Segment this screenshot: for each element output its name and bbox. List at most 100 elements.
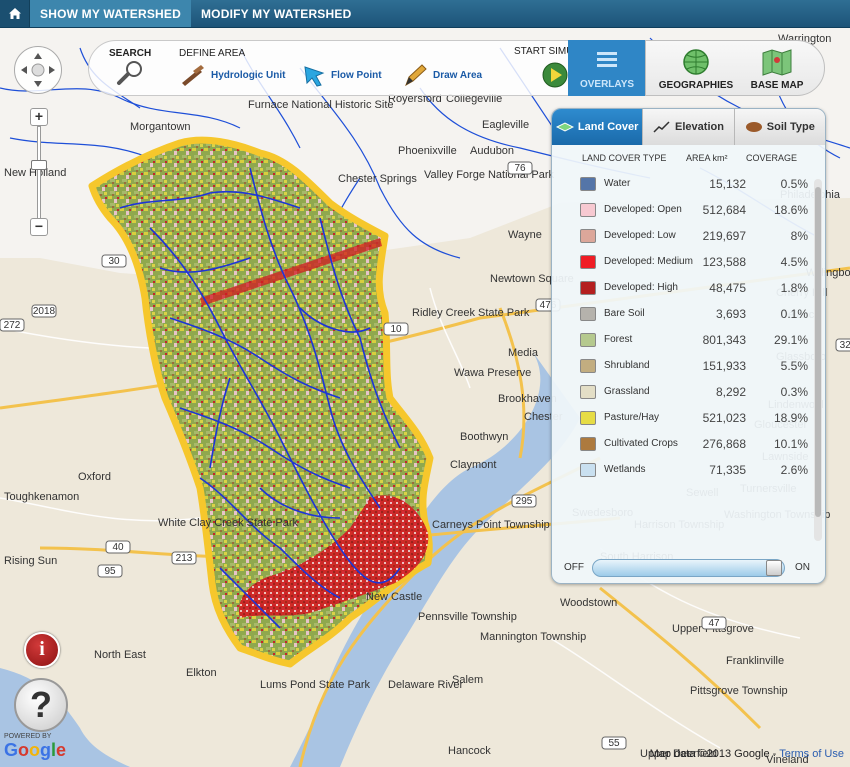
search-tool[interactable]: SEARCH — [109, 48, 151, 90]
base-map-button[interactable]: BASE MAP — [742, 41, 812, 95]
land-cover-area: 3,693 — [715, 307, 746, 321]
app-root: SHOW MY WATERSHED MODIFY MY WATERSHED Wa… — [0, 0, 850, 767]
place-label: Wawa Preserve — [454, 367, 531, 379]
terms-of-use-link[interactable]: Terms of Use — [779, 748, 844, 760]
zoom-in-button[interactable]: + — [30, 108, 48, 126]
hydrologic-unit-icon — [182, 65, 204, 86]
zoom-track[interactable] — [37, 126, 41, 220]
land-cover-name: Developed: Medium — [604, 256, 693, 267]
pan-arrows-icon — [21, 53, 55, 87]
flow-point-icon — [304, 66, 325, 87]
route-number: 47 — [708, 618, 720, 629]
tab-modify-my-watershed[interactable]: MODIFY MY WATERSHED — [191, 0, 361, 27]
table-row: Pasture/Hay 521,023 18.9% — [552, 405, 814, 431]
land-cover-coverage: 4.5% — [780, 255, 808, 269]
map-data-text: Map data ©2013 Google — [649, 748, 770, 760]
place-label: Phoenixville — [398, 145, 457, 157]
land-cover-name: Developed: Open — [604, 204, 682, 215]
tab-land-cover[interactable]: Land Cover — [552, 109, 644, 145]
overlay-opacity-slider[interactable] — [592, 559, 785, 577]
land-cover-area: 276,868 — [702, 437, 746, 451]
legend-swatch — [580, 463, 596, 477]
question-icon: ? — [30, 684, 52, 725]
route-shield: 40 — [105, 540, 131, 554]
pencil-icon — [405, 64, 427, 87]
hydrologic-unit-tool[interactable]: Hydrologic Unit — [179, 63, 285, 87]
land-cover-name: Cultivated Crops — [604, 438, 678, 449]
legend-swatch — [580, 203, 596, 217]
route-shield: 272 — [0, 318, 25, 332]
land-cover-coverage: 2.6% — [780, 463, 808, 477]
route-number: 295 — [516, 496, 533, 507]
land-cover-area: 123,588 — [702, 255, 746, 269]
place-label: Eagleville — [482, 119, 529, 131]
land-cover-coverage: 0.5% — [780, 177, 808, 191]
tab-show-my-watershed[interactable]: SHOW MY WATERSHED — [30, 0, 191, 27]
header-area: AREA km² — [686, 153, 728, 163]
land-cover-area: 8,292 — [715, 385, 746, 399]
tab-land-cover-label: Land Cover — [577, 121, 639, 133]
table-row: Forest 801,343 29.1% — [552, 327, 814, 353]
map-icon — [762, 49, 792, 76]
route-number: 10 — [390, 324, 402, 335]
flow-point-tool[interactable]: Flow Point — [301, 63, 382, 87]
panel-scrollbar[interactable] — [814, 179, 822, 541]
legend-swatch — [580, 437, 596, 451]
route-shield: 2018 — [31, 304, 57, 318]
place-label: Claymont — [450, 459, 496, 471]
place-label: Rising Sun — [4, 555, 57, 567]
place-label: Audubon — [470, 145, 514, 157]
place-label: Morgantown — [130, 121, 191, 133]
land-cover-icon — [555, 122, 574, 132]
pan-control[interactable] — [14, 46, 62, 94]
legend-swatch — [580, 255, 596, 269]
toolbar-right: GEOGRAPHIES BASE MAP — [645, 40, 825, 96]
land-cover-name: Water — [604, 178, 631, 189]
land-cover-area: 512,684 — [702, 203, 746, 217]
route-number: 30 — [108, 256, 120, 267]
start-simulation-button[interactable] — [541, 61, 569, 92]
draw-area-tool[interactable]: Draw Area — [403, 63, 482, 87]
tab-soil-type[interactable]: Soil Type — [734, 109, 825, 145]
place-label: Oxford — [78, 471, 111, 483]
search-caption: SEARCH — [109, 48, 152, 59]
place-label: White Clay Creek State Park — [158, 517, 298, 529]
route-number: 76 — [514, 163, 526, 174]
table-row: Developed: Open 512,684 18.6% — [552, 197, 814, 223]
table-row: Wetlands 71,335 2.6% — [552, 457, 814, 483]
legend-swatch — [580, 333, 596, 347]
tab-elevation[interactable]: Elevation — [643, 109, 735, 145]
place-label: Wayne — [508, 229, 542, 241]
place-label: Carneys Point Township — [432, 519, 550, 531]
table-row: Cultivated Crops 276,868 10.1% — [552, 431, 814, 457]
scrollbar-thumb[interactable] — [815, 187, 821, 517]
geographies-button[interactable]: GEOGRAPHIES — [654, 41, 738, 95]
table-row: Developed: Low 219,697 8% — [552, 223, 814, 249]
slider-knob[interactable] — [766, 560, 782, 576]
info-button[interactable]: i — [24, 632, 60, 668]
zoom-slider-handle[interactable] — [31, 160, 47, 170]
home-button[interactable] — [0, 0, 30, 27]
place-label: Furnace National Historic Site — [248, 99, 394, 111]
land-cover-coverage: 8% — [790, 229, 808, 243]
land-cover-name: Bare Soil — [604, 308, 645, 319]
tab-elevation-label: Elevation — [675, 121, 724, 133]
route-shield: 95 — [97, 564, 123, 578]
land-cover-coverage: 18.9% — [773, 411, 808, 425]
route-number: 95 — [104, 566, 116, 577]
google-logo: Google — [4, 740, 67, 760]
route-shield: 213 — [171, 551, 197, 565]
land-cover-area: 71,335 — [709, 463, 746, 477]
tab-soil-type-label: Soil Type — [766, 121, 815, 133]
zoom-out-button[interactable]: − — [30, 218, 48, 236]
info-icon: i — [39, 638, 45, 660]
zoom-control: + − — [30, 108, 48, 238]
place-label: Lums Pond State Park — [260, 679, 371, 691]
help-button[interactable]: ? — [14, 678, 68, 732]
overlays-button[interactable]: OVERLAYS — [568, 40, 646, 96]
land-cover-coverage: 10.1% — [773, 437, 808, 451]
legend-swatch — [580, 177, 596, 191]
land-cover-name: Forest — [604, 334, 633, 345]
place-label: Boothwyn — [460, 431, 508, 443]
land-cover-coverage: 18.6% — [773, 203, 808, 217]
